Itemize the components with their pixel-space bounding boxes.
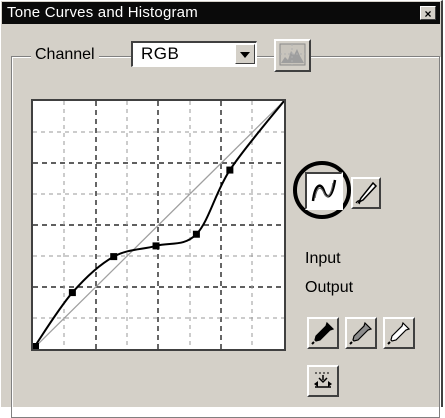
channel-select-value: RGB: [141, 44, 180, 63]
title-bar[interactable]: Tone Curves and Histogram ×: [2, 2, 440, 24]
close-icon: ×: [424, 7, 432, 21]
black-eyedropper-icon: [311, 321, 335, 345]
pencil-tool-button[interactable]: [351, 177, 381, 209]
channel-select[interactable]: RGB: [131, 41, 257, 67]
curve-control-point[interactable]: [226, 166, 234, 174]
close-button[interactable]: ×: [420, 6, 436, 21]
chevron-down-icon[interactable]: [235, 44, 255, 64]
pencil-icon: [355, 181, 378, 205]
curve-tool-button[interactable]: [305, 172, 343, 210]
black-point-eyedropper-button[interactable]: [307, 317, 339, 349]
histogram-button[interactable]: [274, 39, 311, 72]
reset-curve-icon: [314, 372, 332, 388]
curve-control-point[interactable]: [33, 343, 39, 349]
tone-curves-dialog: Tone Curves and Histogram × Channel RGB: [0, 0, 443, 418]
curve-control-point[interactable]: [192, 230, 200, 238]
smooth-curve-icon: [311, 179, 337, 202]
white-point-eyedropper-button[interactable]: [383, 317, 415, 349]
white-eyedropper-icon: [387, 321, 411, 345]
curve-control-point[interactable]: [110, 253, 118, 261]
reset-curve-button[interactable]: [307, 365, 339, 397]
gray-eyedropper-icon: [349, 321, 373, 345]
tone-curve-editor[interactable]: [31, 99, 286, 351]
output-label: Output: [305, 279, 354, 296]
channel-label: Channel: [31, 45, 99, 65]
input-label: Input: [305, 250, 341, 267]
dialog-title: Tone Curves and Histogram: [7, 4, 198, 21]
curve-control-point[interactable]: [152, 242, 160, 250]
curve-control-point[interactable]: [68, 289, 76, 297]
gray-point-eyedropper-button[interactable]: [345, 317, 377, 349]
tone-curve-graph[interactable]: [32, 100, 285, 350]
groupbox-line: [94, 56, 130, 57]
histogram-icon: [279, 43, 306, 66]
